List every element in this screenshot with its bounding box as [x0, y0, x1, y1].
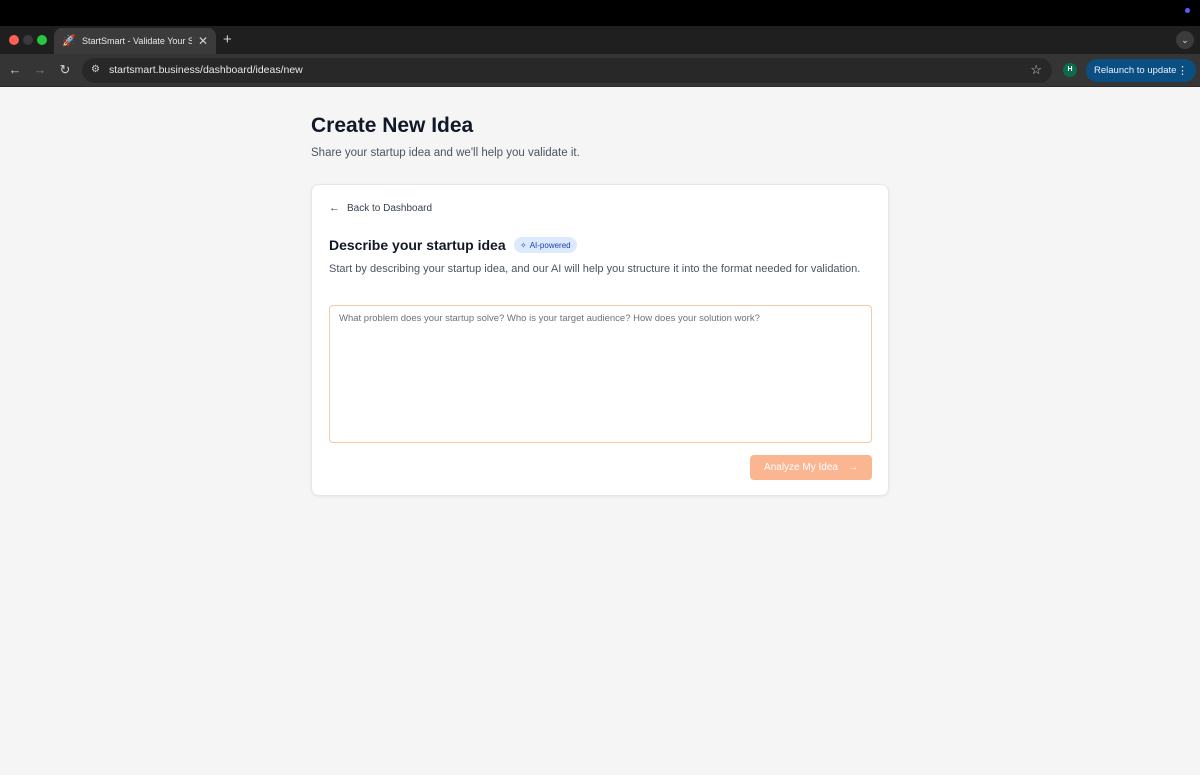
site-info-icon[interactable]: ⚙	[91, 64, 100, 75]
back-to-dashboard-link[interactable]: ← Back to Dashboard	[329, 202, 432, 214]
page-title: Create New Idea	[311, 114, 474, 137]
analyze-button-label: Analyze My Idea	[764, 462, 838, 473]
relaunch-label: Relaunch to update	[1094, 65, 1177, 76]
os-menu-strip	[0, 0, 1200, 26]
minimize-window-button[interactable]	[23, 35, 33, 45]
maximize-window-button[interactable]	[37, 35, 47, 45]
ai-powered-badge: ✧ AI-powered	[514, 237, 577, 253]
url-text[interactable]: startsmart.business/dashboard/ideas/new	[109, 64, 303, 76]
more-icon[interactable]: ⋮	[1177, 64, 1188, 77]
arrow-right-icon: →	[847, 462, 858, 473]
page-subtitle: Share your startup idea and we'll help y…	[311, 147, 580, 159]
back-link-label: Back to Dashboard	[347, 202, 433, 214]
profile-avatar[interactable]: H	[1063, 63, 1077, 77]
new-tab-button[interactable]: +	[223, 31, 232, 48]
relaunch-button[interactable]: Relaunch to update ⋮	[1086, 59, 1196, 82]
arrow-left-icon: ←	[329, 202, 340, 214]
chevron-down-icon[interactable]: ⌄	[1176, 31, 1194, 49]
forward-icon[interactable]: →	[32, 62, 48, 77]
tab-close-icon[interactable]: ✕	[198, 34, 208, 48]
back-icon[interactable]: ←	[7, 62, 23, 77]
idea-description-input[interactable]	[329, 305, 872, 443]
tab-title: StartSmart - Validate Your St	[82, 36, 192, 46]
badge-label: AI-powered	[529, 240, 571, 250]
browser-tab-bar: 🚀 StartSmart - Validate Your St ✕ + ⌄	[0, 26, 1200, 54]
browser-tab[interactable]: 🚀 StartSmart - Validate Your St ✕	[54, 28, 216, 54]
analyze-idea-button[interactable]: Analyze My Idea →	[750, 455, 872, 480]
reload-icon[interactable]: ↻	[57, 62, 73, 78]
idea-form-card: ← Back to Dashboard Describe your startu…	[311, 184, 889, 496]
star-icon[interactable]: ☆	[1030, 62, 1042, 78]
rocket-icon: 🚀	[62, 35, 76, 47]
sparkles-icon: ✧	[520, 240, 527, 250]
browser-toolbar: ← → ↻ ⚙ startsmart.business/dashboard/id…	[0, 54, 1200, 87]
close-window-button[interactable]	[9, 35, 19, 45]
section-title: Describe your startup idea	[329, 237, 506, 253]
address-bar[interactable]: ⚙ startsmart.business/dashboard/ideas/ne…	[82, 58, 1052, 83]
status-dot-icon	[1185, 8, 1190, 13]
section-description: Start by describing your startup idea, a…	[329, 263, 861, 275]
